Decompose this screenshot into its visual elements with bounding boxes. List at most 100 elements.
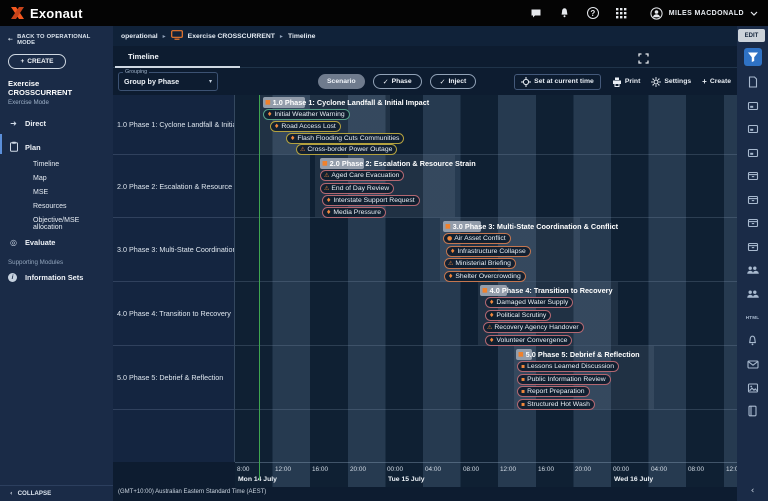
create-button[interactable]: + CREATE	[8, 54, 66, 69]
inject-label: Ministerial Briefing	[455, 260, 511, 267]
avatar-icon	[650, 7, 663, 20]
fullscreen-icon[interactable]	[638, 51, 649, 69]
inject-pill[interactable]: ⚠ Ministerial Briefing	[444, 258, 516, 269]
card-icon[interactable]	[744, 145, 762, 160]
help-icon[interactable]: ?	[587, 7, 599, 19]
apps-grid-icon[interactable]	[616, 8, 627, 19]
plus-icon: +	[702, 77, 707, 86]
plan-label: Plan	[25, 143, 41, 152]
phase-title: 1.0 Phase 1: Cyclone Landfall & Initial …	[271, 98, 430, 107]
notifications-bell-icon[interactable]	[559, 7, 570, 19]
inject-label: Lessons Learned Discussion	[527, 363, 614, 370]
back-to-operational-mode[interactable]: ← BACK TO OPERATIONAL MODE	[0, 26, 113, 46]
inject-pill[interactable]: ♦ Shelter Overcrowding	[444, 271, 526, 282]
people-icon[interactable]	[744, 263, 762, 278]
settings-button[interactable]: Settings	[651, 77, 691, 87]
inject-pill[interactable]: ♦ Damaged Water Supply	[485, 297, 573, 308]
breadcrumb-timeline[interactable]: Timeline	[288, 33, 315, 40]
sidebar-item-timeline[interactable]: Timeline	[0, 154, 113, 168]
inject-pill[interactable]: ⚠ Recovery Agency Handover	[483, 322, 584, 333]
timeline-plot[interactable]: ■ 1.0 Phase 1: Cyclone Landfall & Initia…	[235, 95, 737, 487]
inject-pill[interactable]: ♦ Flash Flooding Cuts Communities	[286, 133, 404, 144]
inject-pill[interactable]: ♦ Road Access Lost	[270, 121, 341, 132]
phase-bar[interactable]: ■ 4.0 Phase 4: Transition to Recovery	[480, 285, 613, 296]
archive-icon[interactable]	[744, 239, 762, 254]
inject-pill[interactable]: ⚠ Cross-border Power Outage	[296, 144, 397, 155]
phase-bar[interactable]: ■ 5.0 Phase 5: Debrief & Reflection	[516, 349, 640, 360]
exonaut-logo: Exonaut	[10, 6, 83, 21]
grouping-select[interactable]: Grouping Group by Phase ▾	[118, 72, 218, 91]
sidebar-item-map[interactable]: Map	[0, 168, 113, 182]
axis-day: Tue 15 July	[388, 476, 425, 483]
flame-icon: ♦	[326, 198, 331, 204]
tab-timeline[interactable]: Timeline	[113, 46, 248, 68]
phase-row-label: 4.0 Phase 4: Transition to Recovery	[113, 282, 234, 346]
timeline-row-phase3: ■ 3.0 Phase 3: Multi-State Coordination …	[235, 218, 737, 282]
bell-icon[interactable]	[744, 333, 762, 348]
settings-label: Settings	[664, 78, 691, 85]
mail-icon[interactable]	[744, 357, 762, 372]
document-icon[interactable]	[744, 75, 762, 90]
archive-icon[interactable]	[744, 169, 762, 184]
inject-label: Road Access Lost	[281, 123, 335, 130]
breadcrumb-operational[interactable]: operational	[121, 33, 158, 40]
inject-pill[interactable]: ▪ Report Preparation	[517, 386, 590, 397]
sidebar-item-information-sets[interactable]: i Information Sets	[0, 266, 113, 282]
collapse-rail-icon[interactable]: ‹	[737, 486, 768, 496]
filter-icon[interactable]	[744, 48, 762, 66]
card-icon[interactable]	[744, 98, 762, 113]
inject-pill[interactable]: ♦ Initial Weather Warning	[263, 109, 350, 120]
inject-pill[interactable]: ● Air Asset Conflict	[443, 233, 511, 244]
sidebar-item-evaluate[interactable]: ◎ Evaluate	[0, 231, 113, 247]
people-icon[interactable]	[744, 286, 762, 301]
inject-pill[interactable]: ♦ Volunteer Convergence	[485, 335, 572, 346]
inject-pill[interactable]: ♦ Media Pressure	[322, 207, 386, 218]
evaluate-label: Evaluate	[25, 238, 55, 247]
inject-pill[interactable]: ♦ Political Scrutiny	[485, 310, 551, 321]
breadcrumb-exercise[interactable]: Exercise CROSSCURRENT	[188, 33, 275, 40]
time-axis: 8:00 12:00 16:00 20:00 00:00 04:00 08:00…	[235, 462, 737, 475]
inject-pill[interactable]: ♦ Interstate Support Request	[322, 195, 420, 206]
edit-button[interactable]: EDIT	[738, 29, 765, 42]
inject-filter-button[interactable]: Inject	[430, 74, 477, 89]
phase-icon: ■	[443, 223, 451, 230]
html-icon[interactable]: HTML	[744, 310, 762, 325]
archive-icon[interactable]	[744, 216, 762, 231]
scenario-filter-button[interactable]: Scenario	[318, 74, 365, 89]
book-icon[interactable]	[744, 404, 762, 419]
sidebar-item-plan[interactable]: Plan	[0, 134, 113, 154]
image-icon[interactable]	[744, 380, 762, 395]
timeline-row-phase5: ■ 5.0 Phase 5: Debrief & Reflection ▪ Le…	[235, 346, 737, 410]
axis-tick: 16:00	[538, 466, 554, 473]
phase-bar[interactable]: ■ 3.0 Phase 3: Multi-State Coordination …	[443, 221, 618, 232]
inject-label: Aged Care Evacuation	[331, 172, 399, 179]
inject-pill[interactable]: ⚠ Aged Care Evacuation	[320, 170, 404, 181]
inject-pill[interactable]: ▪ Structured Hot Wash	[517, 399, 595, 410]
information-sets-label: Information Sets	[25, 273, 83, 282]
phase-filter-button[interactable]: Phase	[373, 74, 422, 89]
square-icon: ▪	[521, 377, 525, 383]
set-at-current-time-button[interactable]: Set at current time	[514, 74, 601, 90]
collapse-sidebar-button[interactable]: ‹ COLLAPSE	[0, 485, 113, 501]
phase-icon: ■	[516, 351, 524, 358]
inject-pill[interactable]: ⚠ End of Day Review	[320, 183, 394, 194]
user-menu[interactable]: MILES MACDONALD	[650, 7, 758, 20]
phase-bar[interactable]: ■ 2.0 Phase 2: Escalation & Resource Str…	[320, 158, 476, 169]
inject-pill[interactable]: ♦ Infrastructure Collapse	[446, 246, 531, 257]
chat-icon[interactable]	[530, 8, 542, 19]
print-button[interactable]: Print	[612, 77, 640, 87]
sidebar-item-direct[interactable]: ➜ Direct	[0, 112, 113, 128]
phase-bar[interactable]: ■ 1.0 Phase 1: Cyclone Landfall & Initia…	[263, 97, 429, 108]
create-inject-button[interactable]: + Create	[702, 77, 731, 86]
card-icon[interactable]	[744, 122, 762, 137]
axis-tick: 04:00	[425, 466, 441, 473]
left-sidebar: ← BACK TO OPERATIONAL MODE + CREATE Exer…	[0, 26, 113, 501]
phase-icon: ■	[320, 160, 328, 167]
sidebar-item-objective-mse-allocation[interactable]: Objective/MSE allocation	[0, 210, 113, 231]
right-icon-rail: HTML ‹	[737, 26, 768, 501]
inject-pill[interactable]: ▪ Public Information Review	[517, 374, 611, 385]
archive-icon[interactable]	[744, 192, 762, 207]
inject-pill[interactable]: ▪ Lessons Learned Discussion	[517, 361, 619, 372]
sidebar-item-resources[interactable]: Resources	[0, 196, 113, 210]
sidebar-item-mse[interactable]: MSE	[0, 182, 113, 196]
